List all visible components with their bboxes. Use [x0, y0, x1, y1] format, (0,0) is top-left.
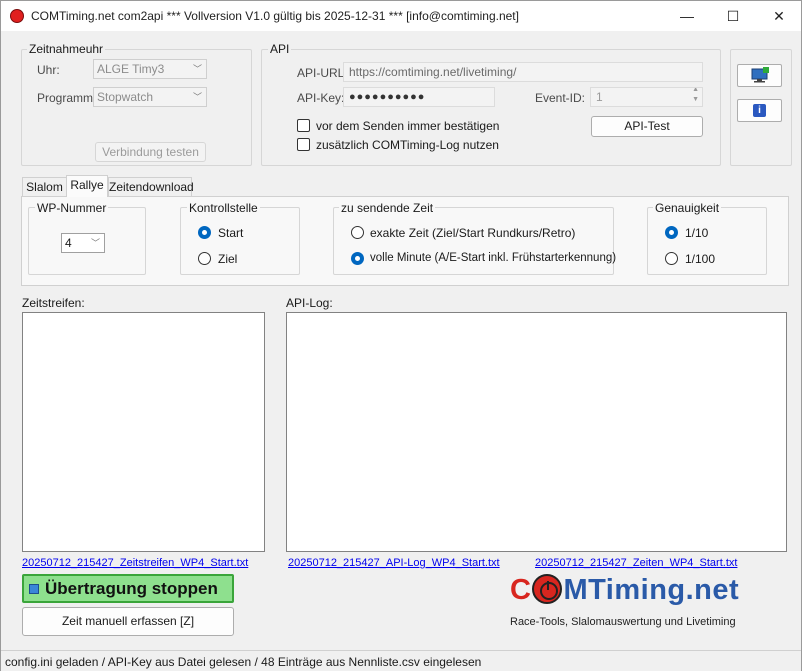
- programm-select-value: Stopwatch: [97, 90, 154, 104]
- programm-select[interactable]: Stopwatch ﹀: [93, 87, 207, 107]
- app-record-icon: [10, 9, 24, 23]
- confirm-checkbox[interactable]: [297, 119, 310, 132]
- genauigkeit-zehntel-label: 1/10: [685, 226, 709, 240]
- kontrollstelle-ziel-label: Ziel: [218, 252, 238, 266]
- zeiten-file-link[interactable]: 20250712_215427_Zeiten_WP4_Start.txt: [535, 557, 737, 569]
- status-bar: config.ini geladen / API-Key aus Datei g…: [1, 650, 801, 671]
- zu-sendende-zeit-label: zu sendende Zeit: [339, 201, 436, 215]
- kontrollstelle-group: [180, 207, 300, 275]
- comtiming-log-checkbox-label: zusätzlich COMTiming-Log nutzen: [316, 138, 499, 152]
- stepper-arrows-icon: ▲ ▼: [692, 87, 699, 103]
- api-key-field[interactable]: ●●●●●●●●●●: [343, 87, 495, 107]
- event-id-label: Event-ID:: [535, 91, 586, 105]
- kontrollstelle-start-radio[interactable]: [198, 226, 211, 239]
- event-id-value: 1: [596, 90, 603, 104]
- uebertragung-stoppen-button[interactable]: Übertragung stoppen: [22, 574, 234, 603]
- genauigkeit-hundertstel-radio[interactable]: [665, 252, 678, 265]
- uebertragung-stoppen-label: Übertragung stoppen: [45, 579, 218, 598]
- monitor-add-icon: [751, 67, 769, 83]
- zeitstreifen-file-link[interactable]: 20250712_215427_Zeitstreifen_WP4_Start.t…: [22, 557, 248, 569]
- kontrollstelle-ziel-radio[interactable]: [198, 252, 211, 265]
- api-log-listbox[interactable]: [286, 312, 787, 552]
- status-text: config.ini geladen / API-Key aus Datei g…: [5, 655, 482, 669]
- wp-nummer-select[interactable]: 4 ﹀: [61, 233, 105, 253]
- programm-label: Programm:: [37, 91, 97, 105]
- minimize-button[interactable]: —: [664, 1, 710, 31]
- logo-text-c: C: [510, 574, 532, 606]
- confirm-checkbox-label: vor dem Senden immer bestätigen: [316, 119, 500, 133]
- zeitstreifen-listbox[interactable]: [22, 312, 265, 552]
- uhr-select-value: ALGE Timy3: [97, 62, 165, 76]
- zeitnahmeuhr-group-label: Zeitnahmeuhr: [27, 42, 106, 56]
- verbindung-testen-button[interactable]: Verbindung testen: [95, 142, 206, 162]
- uhr-label: Uhr:: [37, 63, 60, 77]
- genauigkeit-label: Genauigkeit: [653, 201, 722, 215]
- wp-nummer-label: WP-Nummer: [35, 201, 109, 215]
- genauigkeit-zehntel-radio[interactable]: [665, 226, 678, 239]
- zeit-manuell-button[interactable]: Zeit manuell erfassen [Z]: [22, 607, 234, 636]
- info-button[interactable]: i: [737, 99, 782, 122]
- uhr-select[interactable]: ALGE Timy3 ﹀: [93, 59, 207, 79]
- api-key-label: API-Key:: [297, 91, 345, 105]
- zeitstreifen-label: Zeitstreifen:: [22, 296, 85, 310]
- exakte-zeit-label: exakte Zeit (Ziel/Start Rundkurs/Retro): [370, 226, 576, 240]
- chevron-down-icon: ﹀: [192, 92, 202, 102]
- api-url-field[interactable]: https://comtiming.net/livetiming/: [343, 62, 703, 82]
- chevron-down-icon: ﹀: [192, 64, 202, 74]
- api-url-label: API-URL:: [297, 66, 348, 80]
- close-button[interactable]: ✕: [756, 1, 802, 31]
- kontrollstelle-label: Kontrollstelle: [187, 201, 260, 215]
- api-test-button[interactable]: API-Test: [591, 116, 703, 137]
- tab-rallye[interactable]: Rallye: [66, 175, 108, 197]
- info-icon: i: [753, 104, 766, 117]
- api-log-label: API-Log:: [286, 296, 333, 310]
- zu-sendende-zeit-group: [333, 207, 614, 275]
- title-bar: COMTiming.net com2api *** Vollversion V1…: [1, 1, 801, 31]
- exakte-zeit-radio[interactable]: [351, 226, 364, 239]
- chevron-down-icon: ﹀: [90, 238, 100, 248]
- tab-zeitendownload[interactable]: Zeitendownload: [108, 177, 194, 197]
- logo-subtitle: Race-Tools, Slalomauswertung und Livetim…: [510, 616, 736, 628]
- tab-slalom[interactable]: Slalom: [22, 177, 67, 197]
- volle-minute-label: volle Minute (A/E-Start inkl. Frühstarte…: [370, 252, 617, 264]
- monitor-button[interactable]: [737, 64, 782, 87]
- volle-minute-radio[interactable]: [351, 252, 364, 265]
- stopwatch-icon: [532, 574, 563, 604]
- kontrollstelle-start-label: Start: [218, 226, 244, 240]
- wp-nummer-value: 4: [65, 236, 72, 250]
- api-log-file-link[interactable]: 20250712_215427_API-Log_WP4_Start.txt: [288, 557, 500, 569]
- comtiming-log-checkbox[interactable]: [297, 138, 310, 151]
- stop-square-icon: [29, 584, 39, 594]
- maximize-button[interactable]: ☐: [710, 1, 756, 31]
- main-window: COMTiming.net com2api *** Vollversion V1…: [0, 0, 802, 671]
- genauigkeit-hundertstel-label: 1/100: [685, 252, 716, 266]
- window-title: COMTiming.net com2api *** Vollversion V1…: [31, 9, 519, 23]
- api-group-label: API: [268, 42, 292, 56]
- comtiming-logo: C MTiming.net: [510, 574, 739, 614]
- logo-text-rest: MTiming.net: [563, 574, 740, 606]
- event-id-stepper[interactable]: 1 ▲ ▼: [590, 87, 703, 107]
